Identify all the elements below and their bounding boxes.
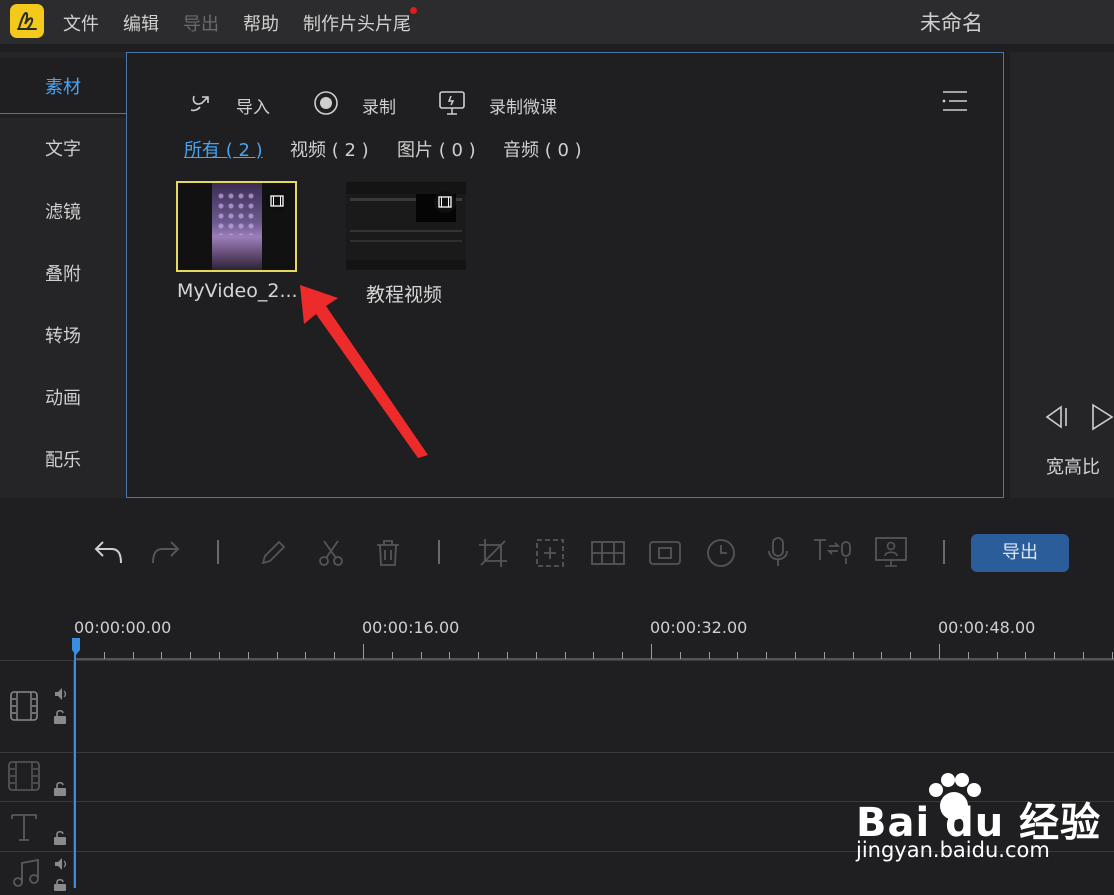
media-panel	[126, 52, 1004, 498]
text-to-speech-icon[interactable]	[812, 536, 856, 572]
edit-pencil-icon[interactable]	[258, 538, 288, 572]
mosaic-icon[interactable]	[590, 538, 626, 572]
media-thumbnail-tutorial[interactable]	[346, 182, 466, 270]
tutorial-frame-line	[350, 230, 462, 232]
prev-frame-icon[interactable]	[1043, 404, 1071, 434]
aspect-ratio-label[interactable]: 宽高比	[1046, 453, 1100, 479]
export-button[interactable]: 导出	[971, 534, 1069, 572]
lock-icon[interactable]	[53, 709, 67, 729]
time-label-0: 00:00:00.00	[74, 618, 172, 637]
zoom-icon[interactable]	[535, 538, 565, 572]
crop-icon[interactable]	[478, 538, 508, 572]
text-track-icon	[10, 812, 38, 846]
record-lesson-icon[interactable]	[438, 89, 468, 121]
microphone-icon[interactable]	[765, 536, 791, 572]
filter-image[interactable]: 图片 ( 0 )	[397, 136, 476, 162]
record-icon[interactable]	[313, 90, 339, 120]
time-label-48: 00:00:48.00	[938, 618, 1036, 637]
notification-dot	[410, 7, 417, 14]
video-badge-icon	[434, 191, 456, 213]
volume-icon[interactable]	[53, 686, 69, 705]
menu-bar: 文件 编辑 导出 帮助 制作片头片尾 未命名	[0, 0, 1114, 44]
baidu-paw-icon	[922, 768, 986, 836]
undo-icon[interactable]	[92, 538, 124, 570]
sidebar-item-animation[interactable]: 动画	[0, 369, 126, 429]
preview-panel	[1010, 52, 1114, 498]
filter-video[interactable]: 视频 ( 2 )	[290, 136, 369, 162]
media-name-myvideo: MyVideo_2...	[177, 280, 298, 302]
app-logo-icon	[10, 4, 44, 38]
freeze-frame-icon[interactable]	[648, 538, 682, 572]
menu-intro-outro[interactable]: 制作片头片尾	[303, 10, 411, 36]
lock-icon[interactable]	[53, 830, 67, 850]
import-button[interactable]: 导入	[236, 93, 270, 118]
delete-icon[interactable]	[373, 538, 403, 572]
media-thumbnail-myvideo[interactable]	[176, 181, 297, 272]
sidebar-item-media[interactable]: 素材	[0, 58, 126, 118]
watermark-url: jingyan.baidu.com	[856, 838, 1050, 862]
red-arrow-annotation	[300, 285, 428, 458]
toolbar-separator	[943, 540, 945, 564]
sidebar-item-text[interactable]: 文字	[0, 120, 126, 180]
filter-audio[interactable]: 音频 ( 0 )	[503, 136, 582, 162]
project-title: 未命名	[920, 11, 983, 35]
overlay-track-icon	[7, 760, 41, 796]
sidebar: 素材 文字 滤镜 叠附 转场 动画 配乐	[0, 52, 126, 498]
playhead-handle[interactable]	[72, 638, 80, 656]
toolbar-separator	[217, 540, 219, 564]
timeline-ruler[interactable]	[75, 640, 1114, 660]
menu-file[interactable]: 文件	[63, 10, 99, 36]
lock-icon[interactable]	[53, 781, 67, 801]
music-track-icon	[12, 858, 40, 892]
sidebar-item-transition[interactable]: 转场	[0, 307, 126, 367]
lock-icon[interactable]	[53, 876, 67, 895]
picture-in-picture-icon[interactable]	[874, 536, 908, 572]
redo-icon[interactable]	[150, 538, 182, 570]
record-lesson-button[interactable]: 录制微课	[489, 93, 557, 118]
playhead[interactable]	[74, 640, 76, 888]
play-icon[interactable]	[1090, 402, 1114, 436]
sidebar-divider	[0, 113, 127, 114]
track-divider	[0, 660, 1114, 661]
import-icon[interactable]	[188, 90, 214, 120]
sidebar-item-music[interactable]: 配乐	[0, 431, 126, 491]
volume-icon[interactable]	[53, 856, 69, 875]
video-badge-icon	[266, 190, 288, 212]
time-label-32: 00:00:32.00	[650, 618, 748, 637]
sidebar-item-filters[interactable]: 滤镜	[0, 183, 126, 243]
sidebar-item-overlay[interactable]: 叠附	[0, 245, 126, 305]
filter-all[interactable]: 所有 ( 2 )	[184, 136, 263, 162]
toolbar-separator	[438, 540, 440, 564]
menu-help[interactable]: 帮助	[243, 10, 279, 36]
time-label-16: 00:00:16.00	[362, 618, 460, 637]
duration-clock-icon[interactable]	[706, 538, 736, 572]
menu-edit[interactable]: 编辑	[123, 10, 159, 36]
app-icons-grid	[216, 191, 258, 235]
video-track-icon	[9, 690, 39, 726]
record-button[interactable]: 录制	[362, 93, 396, 118]
tutorial-frame-line	[350, 240, 462, 242]
cut-icon[interactable]	[316, 538, 346, 572]
list-view-icon[interactable]	[940, 89, 970, 117]
menu-export[interactable]: 导出	[183, 10, 219, 36]
track-divider	[0, 752, 1114, 753]
